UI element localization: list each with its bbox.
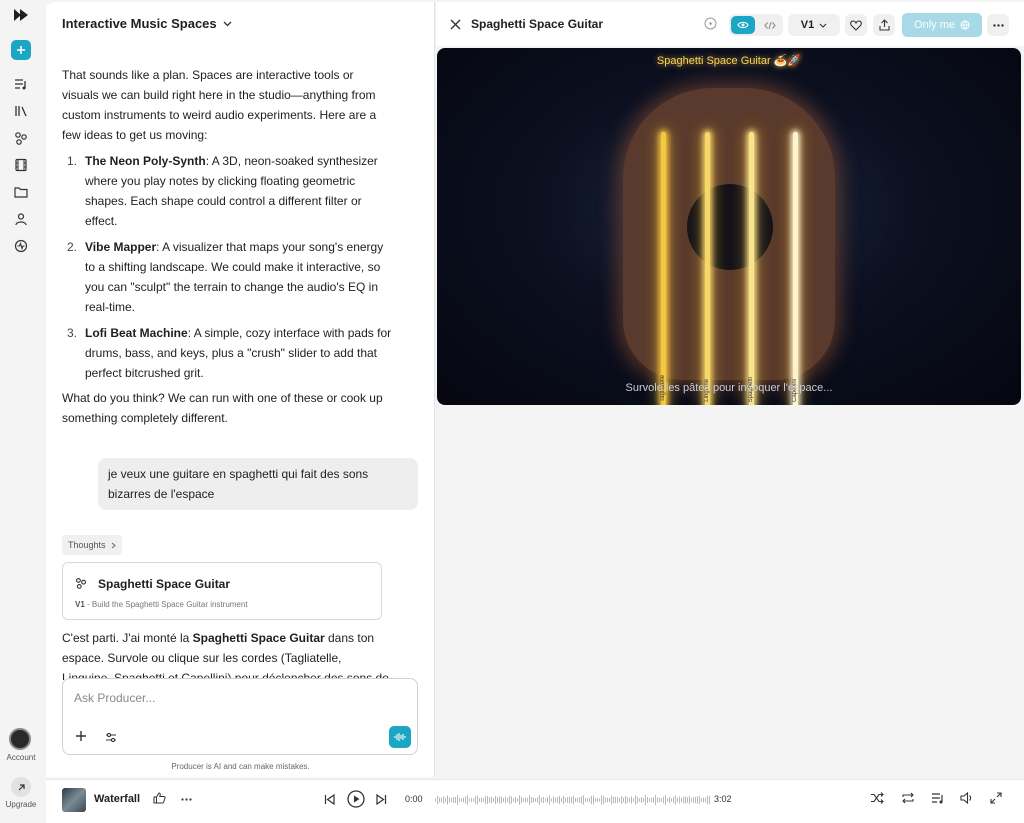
chevron-down-icon: [819, 23, 827, 28]
heart-icon: [850, 19, 862, 31]
space-preview: Spaghetti Space Guitar 🍝🚀 Tagliatelle Li…: [437, 48, 1021, 405]
version-select[interactable]: V1: [788, 14, 840, 36]
library-icon[interactable]: [11, 101, 31, 121]
logo-icon[interactable]: [11, 5, 31, 25]
string-tagliatelle[interactable]: Tagliatelle: [660, 132, 666, 405]
expand-icon[interactable]: [990, 792, 1002, 804]
visibility-button[interactable]: Only me: [902, 13, 982, 37]
string-capellini[interactable]: Capellini: [792, 132, 798, 405]
spaces-icon[interactable]: [11, 128, 31, 148]
list-number: 3.: [66, 326, 77, 340]
thoughts-toggle[interactable]: Thoughts: [62, 535, 122, 555]
assistant-outro: What do you think? We can run with one o…: [62, 391, 383, 425]
folder-icon[interactable]: [11, 182, 31, 202]
album-art[interactable]: [62, 788, 86, 812]
more-button[interactable]: [987, 14, 1009, 36]
shuffle-icon[interactable]: [870, 792, 884, 804]
space-card-version: V1: [75, 600, 85, 609]
player-bar: Waterfall 0:00 3:02: [46, 779, 1024, 823]
prompt-input[interactable]: [74, 691, 374, 705]
stage-hint: Survole les pâtes pour invoquer l'espace…: [625, 382, 833, 394]
play-button[interactable]: [347, 790, 365, 808]
conversation-title-text: Interactive Music Spaces: [62, 16, 217, 31]
time-current: 0:00: [405, 794, 423, 804]
space-card[interactable]: Spaghetti Space Guitar V1 - Build the Sp…: [62, 562, 382, 620]
disclaimer: Producer is AI and can make mistakes.: [171, 762, 310, 771]
close-icon[interactable]: [450, 18, 461, 33]
upgrade-icon[interactable]: [11, 777, 31, 797]
share-button[interactable]: [873, 14, 895, 36]
queue-icon[interactable]: [11, 74, 31, 94]
list-number: 1.: [66, 154, 77, 168]
like-button[interactable]: [845, 14, 867, 36]
chevron-right-icon: [111, 542, 116, 548]
ideas-list: 1. The Neon Poly-Synth: A 3D, neon-soake…: [62, 151, 392, 389]
next-icon[interactable]: [376, 794, 387, 805]
account-label[interactable]: Account: [0, 753, 42, 762]
view-toggle: [729, 14, 783, 36]
version-label: V1: [800, 19, 815, 31]
thoughts-label: Thoughts: [68, 540, 106, 550]
panel-title: Spaghetti Space Guitar: [471, 17, 604, 31]
code-button[interactable]: [758, 16, 782, 34]
song-title[interactable]: Waterfall: [94, 793, 140, 805]
volume-icon[interactable]: [960, 792, 974, 804]
sound-hole: [687, 184, 773, 270]
prompt-box: [62, 678, 418, 755]
list-number: 2.: [66, 240, 77, 254]
space-card-desc: - Build the Spaghetti Space Guitar instr…: [84, 600, 248, 609]
list-item: 3. Lofi Beat Machine: A simple, cozy int…: [62, 323, 392, 383]
panel-header: Spaghetti Space Guitar V1 Only me: [436, 2, 1024, 46]
add-icon[interactable]: [75, 730, 87, 745]
preview-button[interactable]: [731, 16, 755, 34]
user-message: je veux une guitare en spaghetti qui fai…: [98, 458, 418, 510]
time-total: 3:02: [714, 794, 732, 804]
queue-icon[interactable]: [931, 792, 945, 804]
idea-name: Vibe Mapper: [85, 240, 157, 254]
reply-text: C'est parti. J'ai monté la: [62, 631, 193, 645]
eye-icon: [737, 21, 749, 29]
share-icon: [878, 19, 890, 31]
conversation-title[interactable]: Interactive Music Spaces: [62, 16, 232, 31]
spaces-icon: [75, 577, 87, 592]
guitar-body: Tagliatelle Linguine Spaghetti Capellini: [623, 88, 835, 405]
upgrade-label[interactable]: Upgrade: [0, 800, 42, 809]
tune-icon[interactable]: [105, 731, 117, 746]
visibility-label: Only me: [914, 19, 955, 31]
more-icon: [992, 23, 1004, 27]
account-avatar[interactable]: [9, 728, 31, 750]
string-linguine[interactable]: Linguine: [704, 132, 710, 405]
list-item: 1. The Neon Poly-Synth: A 3D, neon-soake…: [62, 151, 392, 231]
activity-icon[interactable]: [11, 236, 31, 256]
voice-input-button[interactable]: [389, 726, 411, 748]
sidebar: Account Upgrade: [0, 0, 42, 823]
video-icon[interactable]: [11, 155, 31, 175]
code-icon: [764, 21, 776, 29]
stage-title: Spaghetti Space Guitar 🍝🚀: [656, 55, 802, 67]
space-card-subtitle: V1 - Build the Spaghetti Space Guitar in…: [75, 600, 248, 609]
new-chat-button[interactable]: [11, 40, 31, 60]
idea-name: The Neon Poly-Synth: [85, 154, 206, 168]
more-icon[interactable]: [181, 798, 192, 801]
reply-bold: Spaghetti Space Guitar: [192, 631, 325, 645]
previous-icon[interactable]: [324, 794, 335, 805]
profile-icon[interactable]: [11, 209, 31, 229]
assistant-intro: That sounds like a plan. Spaces are inte…: [62, 68, 377, 142]
waveform-icon: [394, 733, 406, 741]
repeat-icon[interactable]: [901, 792, 915, 804]
status-icon[interactable]: [704, 17, 717, 33]
space-card-title: Spaghetti Space Guitar: [98, 577, 231, 591]
string-spaghetti[interactable]: Spaghetti: [748, 132, 754, 405]
chevron-down-icon: [223, 21, 232, 26]
globe-icon: [960, 20, 970, 30]
waveform-scrubber[interactable]: [435, 790, 711, 810]
idea-name: Lofi Beat Machine: [85, 326, 188, 340]
list-item: 2. Vibe Mapper: A visualizer that maps y…: [62, 237, 392, 317]
chat-panel: Interactive Music Spaces That sounds lik…: [46, 2, 435, 777]
assistant-reply: C'est parti. J'ai monté la Spaghetti Spa…: [62, 628, 392, 680]
thumbs-up-icon[interactable]: [153, 792, 166, 804]
